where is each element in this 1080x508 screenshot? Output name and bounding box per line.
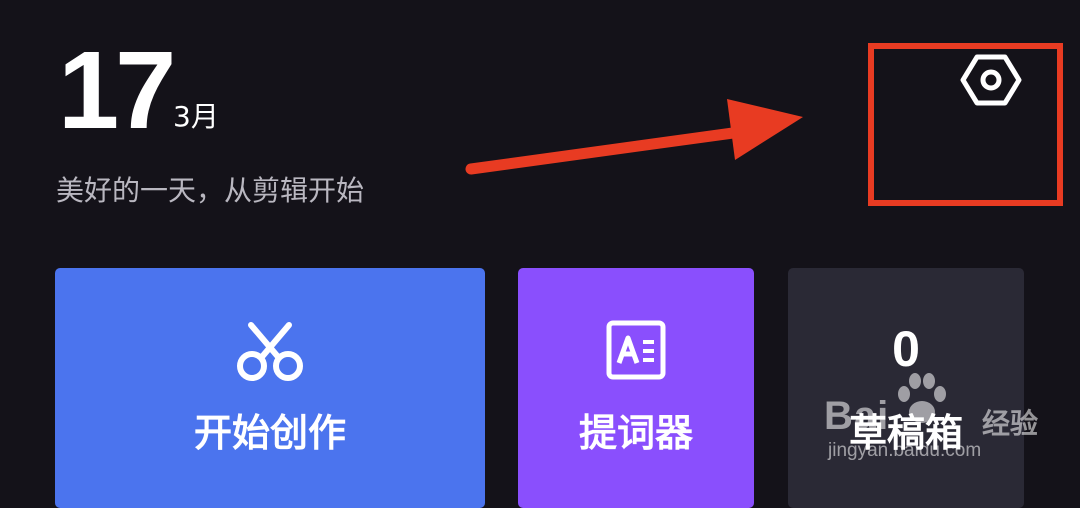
annotation-highlight-box (868, 43, 1063, 206)
start-create-label: 开始创作 (193, 411, 346, 455)
start-create-button[interactable]: 开始创作 (55, 268, 485, 508)
drafts-count: 0 (892, 321, 920, 377)
teleprompter-icon (606, 320, 666, 380)
teleprompter-button[interactable]: 提词器 (518, 268, 754, 508)
drafts-label: 草稿箱 (848, 411, 963, 455)
greeting-text: 美好的一天，从剪辑开始 (56, 174, 365, 207)
teleprompter-label: 提词器 (578, 411, 693, 455)
date-month: 3月 (173, 100, 219, 133)
scissors-icon (235, 320, 305, 382)
drafts-button[interactable]: 0 草稿箱 (788, 268, 1024, 508)
date-day: 17 (58, 29, 176, 152)
annotation-arrow (465, 99, 803, 175)
